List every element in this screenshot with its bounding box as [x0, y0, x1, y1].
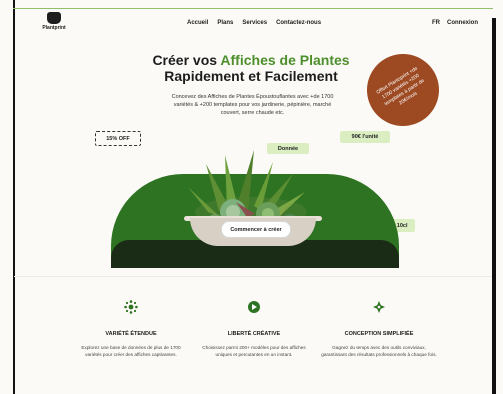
left-frame-border [13, 0, 15, 394]
login-link[interactable]: Connexion [447, 20, 478, 26]
feature-title-design: CONCEPTION SIMPLIFIÉE [344, 331, 414, 337]
feature-card-creative: LIBERTÉ CRÉATIVE Choisissez parmi 200+ m… [196, 300, 312, 358]
feature-title-variety: VARIÉTÉ ÉTENDUE [105, 331, 157, 337]
right-frame-border [492, 18, 496, 394]
feature-card-design: CONCEPTION SIMPLIFIÉE Gagnez du temps av… [321, 300, 437, 358]
start-creating-button[interactable]: Commencer à créer [221, 221, 291, 238]
offer-badge-text: Offert Plantsprint +de 1700 variétés +20… [375, 65, 426, 108]
feature-card-variety: VARIÉTÉ ÉTENDUE Explorez une base de don… [73, 300, 189, 358]
logo-text: Plantprint [42, 25, 66, 31]
design-icon [373, 301, 385, 313]
feature-text-design: Gagnez du temps avec des outils convivia… [321, 345, 437, 357]
section-divider [14, 276, 492, 277]
feature-title-creative: LIBERTÉ CRÉATIVE [227, 331, 281, 337]
feature-text-variety: Explorez une base de données de plus de … [81, 345, 181, 357]
hero-title-highlight: Affiches de Plantes [220, 52, 350, 68]
landing-page: Plantprint Accueil Plans Services Contac… [0, 0, 503, 394]
hero-title-line2: Rapidement et Facilement [164, 68, 338, 84]
right-nav-links: FR Connexion [432, 20, 478, 26]
nav-link-services[interactable]: Services [242, 20, 267, 26]
creative-icon [248, 301, 260, 313]
logo-icon [47, 12, 61, 24]
feature-text-creative: Choisissez parmi 200+ modèles pour des a… [202, 345, 306, 357]
nav-link-home[interactable]: Accueil [187, 20, 208, 26]
top-navigation: Plantprint Accueil Plans Services Contac… [40, 12, 485, 38]
sparkle-icon [124, 300, 138, 314]
hero-description: Concevez des Affiches de Plantes Épousto… [171, 94, 334, 116]
nav-link-contact[interactable]: Contactez-nous [276, 20, 321, 26]
language-switch[interactable]: FR [432, 20, 440, 26]
brand-logo[interactable]: Plantprint [40, 12, 68, 36]
price-chip: 90€ l'unité [340, 131, 390, 143]
nav-link-plans[interactable]: Plans [217, 20, 233, 26]
top-accent-line [13, 8, 493, 9]
hero-title: Créer vos Affiches de Plantes Rapidement… [120, 52, 382, 84]
main-nav-links: Accueil Plans Services Contactez-nous [187, 20, 321, 26]
discount-chip: 15% OFF [95, 131, 141, 146]
hero-title-prefix: Créer vos [152, 52, 221, 68]
